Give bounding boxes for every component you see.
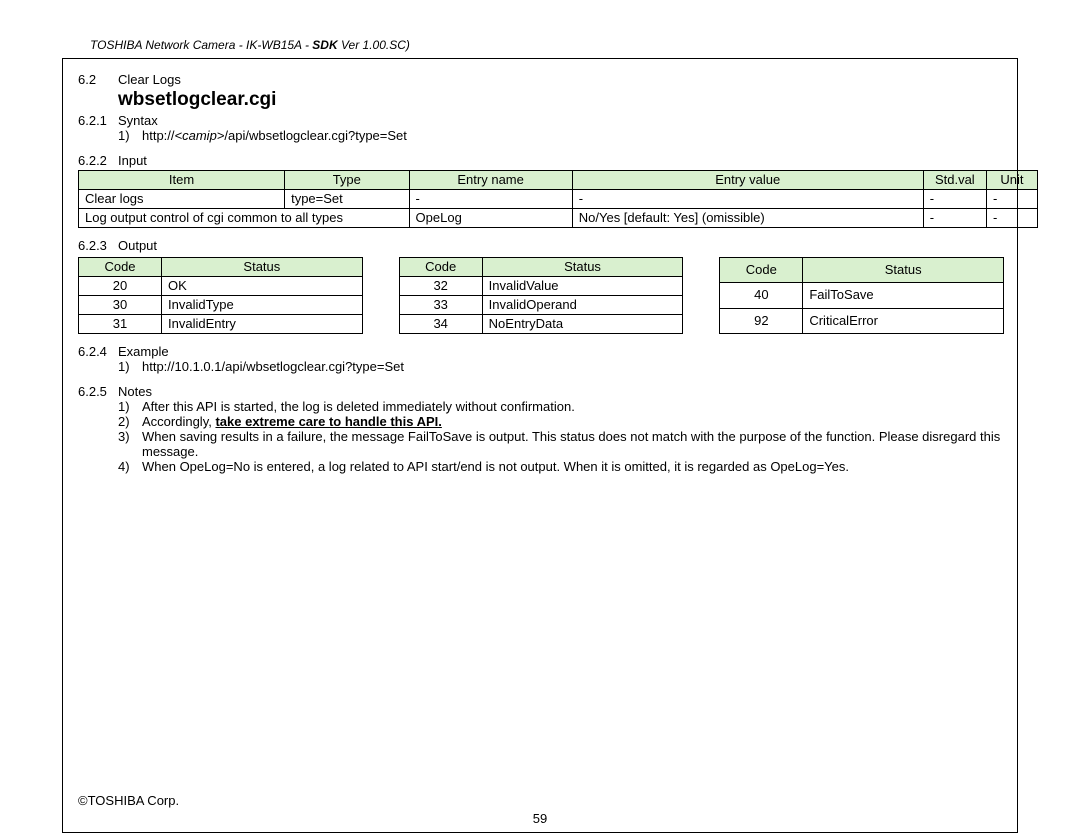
table-header-row: Code Status [399,258,683,277]
col-code: Code [79,258,162,277]
table-row: 40FailToSave [720,283,1004,308]
note-item: 3) When saving results in a failure, the… [118,429,1004,459]
table-row: 92CriticalError [720,308,1004,333]
output-heading: 6.2.3 Output [78,238,1004,253]
table-row: 34NoEntryData [399,315,683,334]
example-label: Example [118,344,169,359]
output-table-2: Code Status 32InvalidValue 33InvalidOper… [399,257,684,334]
page-header: TOSHIBA Network Camera - IK-WB15A - SDK … [90,38,1050,52]
note-text: When OpeLog=No is entered, a log related… [142,459,1004,474]
col-code: Code [720,258,803,283]
list-number: 3) [118,429,142,459]
list-number: 1) [118,359,142,374]
table-row: Log output control of cgi common to all … [79,209,1038,228]
col-code: Code [399,258,482,277]
list-number: 1) [118,128,142,143]
notes-list: 1) After this API is started, the log is… [78,399,1004,474]
section-heading: 6.2 Clear Logs [78,72,1004,87]
example-item: 1) http://10.1.0.1/api/wbsetlogclear.cgi… [118,359,1004,374]
table-row: 31InvalidEntry [79,315,363,334]
note-text: Accordingly, take extreme care to handle… [142,414,1004,429]
example-number: 6.2.4 [78,344,118,359]
header-sdk: SDK [312,38,337,52]
syntax-number: 6.2.1 [78,113,118,128]
table-header-row: Item Type Entry name Entry value Std.val… [79,171,1038,190]
page-number: 59 [0,811,1080,826]
list-number: 4) [118,459,142,474]
header-product: TOSHIBA Network Camera - IK-WB15A - [90,38,312,52]
note-text: When saving results in a failure, the me… [142,429,1004,459]
input-number: 6.2.2 [78,153,118,168]
table-row: 20OK [79,277,363,296]
syntax-heading: 6.2.1 Syntax [78,113,1004,128]
table-row: Clear logs type=Set - - - - [79,190,1038,209]
col-entryname: Entry name [409,171,572,190]
table-row: 32InvalidValue [399,277,683,296]
notes-heading: 6.2.5 Notes [78,384,1004,399]
notes-label: Notes [118,384,152,399]
example-text: http://10.1.0.1/api/wbsetlogclear.cgi?ty… [142,359,1004,374]
input-table: Item Type Entry name Entry value Std.val… [78,170,1038,228]
output-number: 6.2.3 [78,238,118,253]
table-row: 30InvalidType [79,296,363,315]
syntax-label: Syntax [118,113,158,128]
col-item: Item [79,171,285,190]
note-text: After this API is started, the log is de… [142,399,1004,414]
note-item: 4) When OpeLog=No is entered, a log rela… [118,459,1004,474]
list-number: 2) [118,414,142,429]
example-heading: 6.2.4 Example [78,344,1004,359]
note-item: 2) Accordingly, take extreme care to han… [118,414,1004,429]
syntax-url: http://<camip>/api/wbsetlogclear.cgi?typ… [142,128,1004,143]
cgi-name: wbsetlogclear.cgi [118,89,1004,111]
col-type: Type [285,171,409,190]
table-row: 33InvalidOperand [399,296,683,315]
notes-number: 6.2.5 [78,384,118,399]
syntax-item: 1) http://<camip>/api/wbsetlogclear.cgi?… [118,128,1004,143]
document-page: TOSHIBA Network Camera - IK-WB15A - SDK … [0,0,1080,834]
output-table-1: Code Status 20OK 30InvalidType 31Invalid… [78,257,363,334]
col-stdval: Std.val [923,171,986,190]
table-header-row: Code Status [720,258,1004,283]
note-item: 1) After this API is started, the log is… [118,399,1004,414]
section-number: 6.2 [78,72,118,87]
output-table-3: Code Status 40FailToSave 92CriticalError [719,257,1004,334]
header-version: Ver 1.00.SC) [338,38,410,52]
output-tables-container: Code Status 20OK 30InvalidType 31Invalid… [78,255,1004,334]
footer-copyright: ©TOSHIBA Corp. [78,793,1002,808]
list-number: 1) [118,399,142,414]
content-area: 6.2 Clear Logs wbsetlogclear.cgi 6.2.1 S… [60,52,1020,474]
col-status: Status [162,258,363,277]
col-unit: Unit [986,171,1037,190]
table-header-row: Code Status [79,258,363,277]
col-status: Status [482,258,683,277]
input-label: Input [118,153,147,168]
col-status: Status [803,258,1004,283]
output-label: Output [118,238,157,253]
input-heading: 6.2.2 Input [78,153,1004,168]
col-entryvalue: Entry value [572,171,923,190]
section-title: Clear Logs [118,72,181,87]
